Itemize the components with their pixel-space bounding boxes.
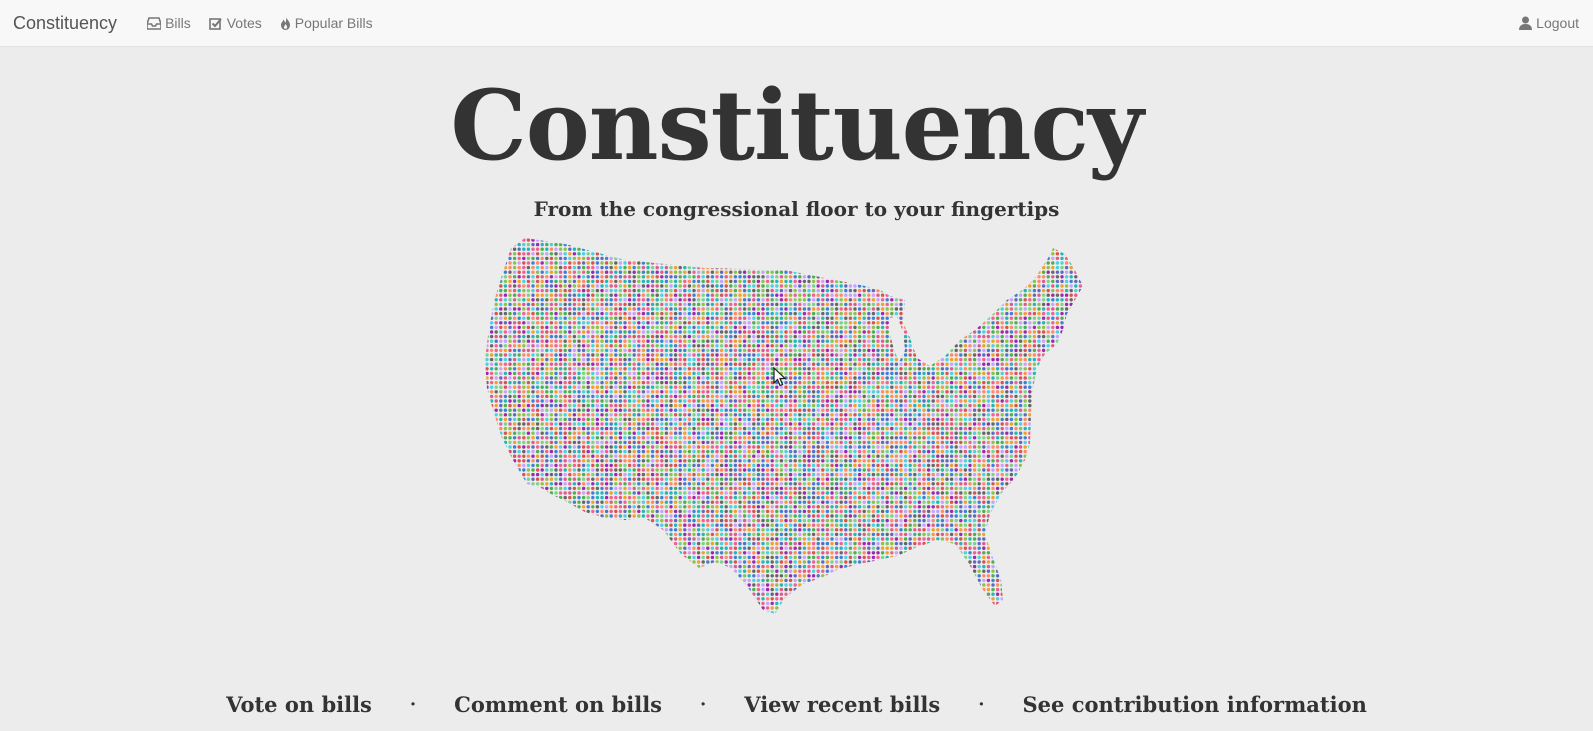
user-icon <box>1519 16 1533 30</box>
logout-link[interactable]: Logout <box>1519 15 1579 31</box>
map-dots <box>485 238 1083 614</box>
feature-contribution-information[interactable]: See contribution information <box>1023 692 1367 717</box>
feature-separator: · <box>978 694 985 715</box>
nav-right: Logout <box>1507 0 1585 46</box>
feature-view-recent-bills[interactable]: View recent bills <box>744 692 940 717</box>
brand-link[interactable]: Constituency <box>13 13 117 34</box>
feature-list: Vote on bills · Comment on bills · View … <box>0 692 1593 717</box>
nav-link-votes[interactable]: Votes <box>208 15 262 31</box>
nav-link-popular-bills-label: Popular Bills <box>294 15 373 31</box>
nav-link-bills-label: Bills <box>165 15 191 31</box>
logout-label: Logout <box>1536 15 1579 31</box>
fire-icon <box>280 16 290 30</box>
inbox-icon <box>147 16 162 30</box>
nav-link-votes-label: Votes <box>226 15 262 31</box>
nav-links: Bills Votes Popular Bills <box>135 15 379 31</box>
navbar: Constituency Bills Votes Popular Bills L… <box>0 0 1593 47</box>
nav-link-popular-bills[interactable]: Popular Bills <box>280 15 373 31</box>
feature-vote-on-bills[interactable]: Vote on bills <box>226 692 372 717</box>
mouse-cursor-icon <box>773 367 787 387</box>
feature-separator: · <box>700 694 707 715</box>
nav-link-bills[interactable]: Bills <box>147 15 191 31</box>
feature-comment-on-bills[interactable]: Comment on bills <box>454 692 662 717</box>
us-dot-map <box>485 238 1105 628</box>
hero-title: Constituency <box>450 69 1143 182</box>
hero-subtitle: From the congressional floor to your fin… <box>533 197 1060 221</box>
check-square-icon <box>208 17 222 30</box>
feature-separator: · <box>409 694 417 715</box>
us-dot-map-svg <box>485 238 1083 614</box>
